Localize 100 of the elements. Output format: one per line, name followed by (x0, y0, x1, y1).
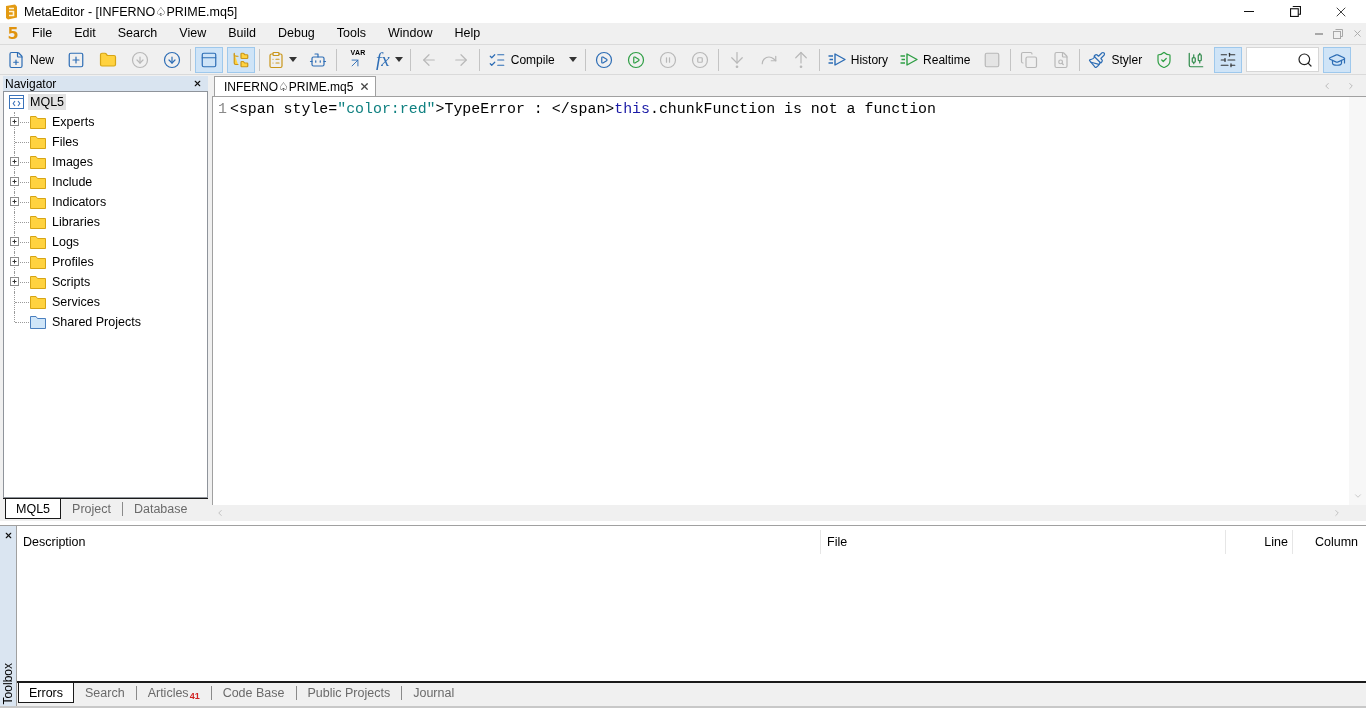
learn-button[interactable] (1323, 46, 1352, 73)
menu-item[interactable]: Debug (267, 23, 326, 44)
options-button[interactable] (1214, 46, 1243, 73)
line-number: 1 (218, 100, 227, 119)
folder-icon (30, 295, 46, 309)
restore-icon (1333, 28, 1343, 39)
tree-item[interactable]: Experts (50, 114, 97, 130)
expand-icon[interactable] (10, 197, 19, 206)
menu-item[interactable]: Help (443, 23, 492, 44)
circle-stop-icon (690, 50, 709, 69)
circle-play-icon (626, 50, 645, 69)
folder-tree-icon (232, 50, 250, 69)
app-logo: 5 (6, 23, 20, 44)
layout-button[interactable] (195, 46, 223, 73)
tree-item[interactable]: Indicators (50, 194, 109, 210)
expand-icon[interactable] (10, 157, 19, 166)
count-text: 41 (189, 691, 200, 701)
file-plus-icon (7, 50, 25, 69)
expand-icon[interactable] (10, 257, 19, 266)
panel-tab[interactable]: Journal (402, 683, 466, 703)
scrollbar[interactable] (1349, 97, 1366, 505)
document-restore-button[interactable] (1332, 27, 1344, 40)
chevron-right-icon[interactable] (1346, 80, 1356, 91)
tree-item[interactable]: Files (50, 134, 81, 150)
panel-title: Navigator (5, 76, 57, 91)
candlestick-chart-icon (1187, 50, 1206, 69)
circle-arrow-down-icon (131, 50, 149, 69)
expand-icon[interactable] (10, 177, 19, 186)
tree-item[interactable]: Logs (50, 234, 82, 250)
chevron-left-icon[interactable] (1322, 80, 1332, 91)
close-icon[interactable] (359, 81, 371, 92)
menu-item[interactable]: Build (217, 23, 267, 44)
tree-item[interactable]: Services (50, 294, 102, 310)
menu-item[interactable]: Search (106, 23, 169, 44)
panel-tab[interactable]: Database (122, 499, 199, 519)
panel-tab[interactable]: Errors (18, 683, 75, 703)
shield-check-icon (1155, 50, 1174, 69)
menu-item[interactable]: Tools (325, 23, 377, 44)
folder-icon (30, 215, 46, 229)
copy-icon (1020, 50, 1039, 69)
caret-icon (289, 57, 297, 62)
panel-tab[interactable]: Public Projects (296, 683, 402, 703)
folder-icon (99, 50, 117, 69)
code-line: <span style="color:red">TypeError : </span>this.chunkFunction is not a function (230, 100, 936, 119)
styler-button[interactable]: Styler (1084, 46, 1147, 73)
close-icon[interactable] (193, 79, 202, 88)
tree-item[interactable]: Images (50, 154, 95, 170)
panel-tab[interactable]: Search (74, 683, 136, 703)
chevron-left-icon[interactable] (215, 508, 225, 518)
new-button[interactable]: New (3, 46, 58, 73)
menu-item[interactable]: File (21, 23, 64, 44)
panel-tab[interactable]: MQL5 (5, 499, 62, 519)
expand-icon[interactable] (10, 237, 19, 246)
square-icon (983, 50, 1002, 69)
menu-item[interactable]: Window (377, 23, 444, 44)
caret-icon (394, 57, 403, 62)
search-icon[interactable] (1297, 51, 1314, 68)
search-field[interactable] (1246, 47, 1320, 72)
folder-icon (30, 255, 46, 269)
chevron-right-icon[interactable] (1332, 508, 1342, 518)
function-button[interactable]: fx (373, 46, 406, 73)
realtime-button[interactable]: Realtime (896, 46, 975, 73)
folder-icon (30, 275, 46, 289)
chevron-down-icon[interactable] (1352, 491, 1363, 501)
menu-item[interactable]: Edit (63, 23, 107, 44)
folder-icon (30, 195, 46, 209)
minimize-icon (1315, 32, 1323, 35)
menu-item[interactable]: View (168, 23, 218, 44)
tree-item[interactable]: Include (50, 174, 95, 190)
robot-icon (309, 50, 327, 69)
clipboard-icon (267, 50, 285, 69)
column-header[interactable]: Column (1293, 530, 1366, 554)
editor-tab[interactable]: INFERNO♤PRIME.mq5 (214, 76, 377, 96)
caret-icon (568, 57, 577, 62)
expand-icon[interactable] (10, 117, 19, 126)
compile-button[interactable]: Compile (483, 46, 581, 73)
expand-icon[interactable] (10, 277, 19, 286)
tree-item[interactable]: Profiles (50, 254, 96, 270)
folder-icon (30, 315, 46, 329)
code-box-icon (9, 95, 24, 109)
speed-play-icon (827, 53, 846, 66)
window-title: MetaEditor - [INFERNO♤PRIME.mq5] (24, 4, 238, 19)
history-button[interactable]: History (823, 46, 893, 73)
file-search-icon (1052, 50, 1071, 69)
close-icon (1351, 28, 1363, 39)
panel-icon (200, 50, 218, 69)
circle-pause-icon (658, 50, 677, 69)
folder-icon (30, 135, 46, 149)
folder-icon (30, 115, 46, 129)
tree-item[interactable]: Scripts (50, 274, 93, 290)
tree-item[interactable]: MQL5 (28, 94, 67, 110)
close-icon[interactable] (3, 531, 13, 540)
tree-item[interactable]: Libraries (50, 214, 102, 230)
circle-play-icon (594, 50, 613, 69)
brush-icon (1088, 50, 1107, 69)
panel-tab[interactable]: Project (61, 499, 122, 519)
document-close-button[interactable] (1351, 27, 1363, 40)
tree-item[interactable]: Shared Projects (50, 314, 143, 330)
navigator-button[interactable] (227, 46, 255, 73)
panel-tab[interactable]: Code Base (211, 683, 296, 703)
